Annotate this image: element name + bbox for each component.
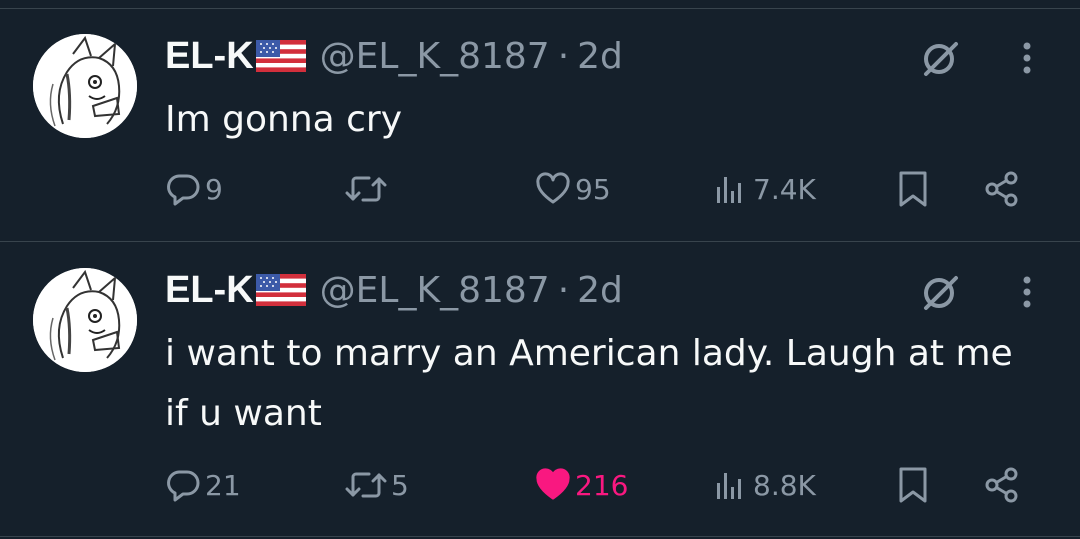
reply-button[interactable]: 21 bbox=[165, 460, 241, 510]
more-options-icon[interactable] bbox=[1012, 272, 1042, 312]
like-button[interactable]: 95 bbox=[535, 164, 611, 214]
bookmark-icon bbox=[899, 171, 927, 207]
repost-count: 5 bbox=[391, 468, 409, 502]
repost-button[interactable] bbox=[345, 164, 391, 214]
tweet-header: EL-K @EL_K_8187 · 2d bbox=[165, 30, 623, 82]
like-count: 95 bbox=[575, 172, 611, 206]
us-flag-icon bbox=[255, 270, 306, 310]
separator-dot: · bbox=[557, 269, 570, 311]
grok-icon[interactable] bbox=[918, 36, 962, 80]
reply-count: 9 bbox=[205, 172, 223, 206]
repost-button[interactable]: 5 bbox=[345, 460, 409, 510]
grok-icon[interactable] bbox=[918, 270, 962, 314]
share-icon bbox=[985, 467, 1018, 503]
view-count: 7.4K bbox=[753, 172, 816, 206]
timestamp[interactable]: 2d bbox=[577, 270, 623, 311]
views-icon bbox=[717, 177, 741, 203]
display-name[interactable]: EL-K bbox=[165, 269, 254, 312]
views-button[interactable]: 7.4K bbox=[713, 164, 816, 214]
handle[interactable]: @EL_K_8187 bbox=[320, 36, 550, 77]
share-icon bbox=[985, 171, 1018, 207]
share-button[interactable] bbox=[983, 460, 1021, 510]
share-button[interactable] bbox=[983, 164, 1021, 214]
reply-icon bbox=[167, 174, 200, 206]
avatar[interactable] bbox=[33, 268, 137, 372]
like-button[interactable]: 216 bbox=[535, 460, 628, 510]
tweet-text: Im gonna cry bbox=[165, 99, 403, 140]
separator-dot: · bbox=[557, 35, 570, 77]
us-flag-icon bbox=[255, 36, 306, 76]
timestamp[interactable]: 2d bbox=[577, 36, 623, 77]
repost-icon bbox=[345, 472, 387, 498]
tweet[interactable]: EL-K @EL_K_8187 · 2d bbox=[0, 242, 1080, 537]
tweet-actions: 9 95 7.4K bbox=[165, 164, 1045, 214]
repost-icon bbox=[345, 176, 387, 202]
views-button[interactable]: 8.8K bbox=[713, 460, 816, 510]
view-count: 8.8K bbox=[753, 468, 816, 502]
heart-icon bbox=[536, 172, 570, 204]
bookmark-button[interactable] bbox=[895, 164, 931, 214]
views-icon bbox=[717, 473, 741, 499]
reply-button[interactable]: 9 bbox=[165, 164, 223, 214]
bookmark-icon bbox=[899, 467, 927, 503]
display-name[interactable]: EL-K bbox=[165, 35, 254, 78]
avatar[interactable] bbox=[33, 34, 137, 138]
tweet-header: EL-K @EL_K_8187 · 2d bbox=[165, 264, 623, 316]
tweet[interactable]: EL-K @EL_K_8187 · 2d bbox=[0, 8, 1080, 242]
like-count: 216 bbox=[575, 468, 629, 502]
heart-filled-icon bbox=[536, 468, 570, 500]
reply-count: 21 bbox=[205, 468, 241, 502]
tweet-text: i want to marry an American lady. Laugh … bbox=[165, 333, 1013, 434]
reply-icon bbox=[167, 470, 200, 502]
bookmark-button[interactable] bbox=[895, 460, 931, 510]
handle[interactable]: @EL_K_8187 bbox=[320, 270, 550, 311]
tweet-actions: 21 5 216 8.8K bbox=[165, 460, 1045, 510]
more-options-icon[interactable] bbox=[1012, 38, 1042, 78]
